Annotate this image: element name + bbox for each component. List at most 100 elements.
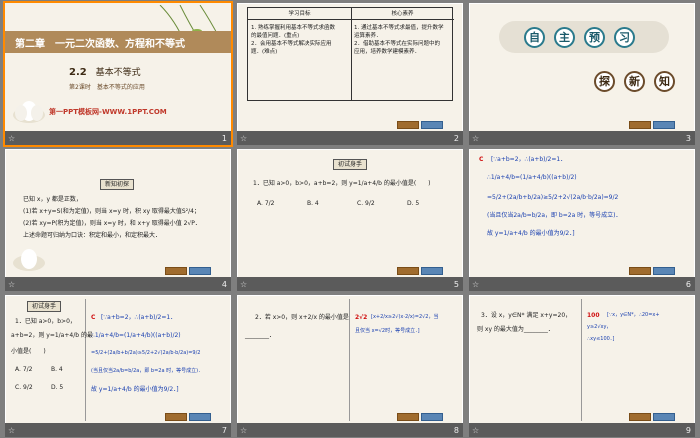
question-line: 则 xy 的最大值为________． — [477, 326, 554, 333]
solution-line: [∵x，y∈N*，∴20=x+ — [607, 312, 660, 318]
answer-letter: C — [479, 156, 484, 163]
chapter-banner: 第二章 一元二次函数、方程和不等式 — [5, 31, 231, 53]
section-tag: 初试身手 — [333, 159, 368, 170]
competencies-cell: 1. 通过基本不等式求最值，提升数学 运算素养． 2．借助基本不等式在实际问题中… — [351, 24, 454, 56]
solution-line: 且仅当 x=√2时，等号成立．] — [355, 328, 420, 334]
nav-button — [629, 267, 651, 275]
nav-button — [165, 413, 187, 421]
lesson-subtitle: 第2课时 基本不等式的应用 — [69, 84, 145, 91]
section-title: 基本不等式 — [95, 68, 141, 78]
heading-char: 新 — [624, 71, 645, 92]
solution-line: (当且仅当2a/b=b/2a，即 b=2a 时，等号成立)． — [91, 368, 204, 374]
transition-star-icon: ☆ — [240, 134, 248, 143]
objectives-cell: 1. 熟练掌握利用基本不等式求函数 的最值问题．(重点) 2．会用基本不等式解决… — [248, 24, 351, 56]
slide-thumbnail-2[interactable]: 学习目标 核心素养 1. 熟练掌握利用基本不等式求函数 的最值问题．(重点) 2… — [237, 3, 463, 145]
answer-value: 2√2 — [355, 314, 368, 321]
thumbnail-footer: ☆ 5 — [237, 277, 463, 291]
chapter-title: 第二章 一元二次函数、方程和不等式 — [15, 39, 185, 50]
question-line: 小值是( ) — [11, 348, 46, 355]
slide-number: 6 — [685, 280, 691, 289]
heading-char: 知 — [654, 71, 675, 92]
body-line: (2)若 xy=P(积为定值)，则当 x=y 时，和 x+y 取得最小值 2√P… — [23, 220, 201, 227]
brand-text: 第一PPT模板网-WWW.1PPT.COM — [49, 108, 167, 116]
slide-nav-buttons — [629, 121, 675, 129]
solution-line: y≥2√xy， — [587, 324, 612, 330]
solution-line: (当且仅当2a/b=b/2a，即 b=2a 时，等号成立)． — [487, 212, 622, 219]
slide-sorter-grid: 第二章 一元二次函数、方程和不等式 2.2 基本不等式 第2课时 基本不等式的应… — [0, 0, 700, 438]
solution-line: ∴1/a+4/b=(1/a+4/b)((a+b)/2) — [91, 332, 181, 339]
competency-line: 2．借助基本不等式在实际问题中的 — [354, 41, 441, 47]
solution-line: 故 y=1/a+4/b 的最小值为9/2．] — [91, 386, 179, 393]
nav-button — [653, 267, 675, 275]
competency-line: 1. 通过基本不等式求最值，提升数学 — [354, 25, 444, 31]
nav-button — [421, 267, 443, 275]
thumbnail-footer: ☆ 1 — [5, 131, 231, 145]
competency-line: 运算素养． — [354, 33, 382, 39]
section-number: 2.2 — [69, 67, 87, 78]
nav-button — [189, 267, 211, 275]
nav-button — [421, 413, 443, 421]
option-b: B. 4 — [51, 366, 63, 373]
slide-thumbnail-3[interactable]: 自 主 预 习 探 新 知 ☆ 3 — [469, 3, 695, 145]
question-line: 1．已知 a>0，b>0， — [15, 318, 76, 325]
section-heading: 2.2 基本不等式 — [69, 65, 141, 78]
body-line: 已知 x，y 都是正数， — [23, 196, 82, 203]
slide-nav-buttons — [629, 413, 675, 421]
nav-button — [629, 121, 651, 129]
thumbnail-footer: ☆ 8 — [237, 423, 463, 437]
option-b: B. 4 — [307, 200, 319, 207]
slide-thumbnail-9[interactable]: 3．设 x，y∈N* 满足 x+y=20， 则 xy 的最大值为________… — [469, 295, 695, 437]
objective-line: 题．(难点) — [251, 49, 278, 55]
column-divider — [581, 299, 582, 421]
thumbnail-footer: ☆ 6 — [469, 277, 695, 291]
thumbnail-footer: ☆ 7 — [5, 423, 231, 437]
column-divider — [85, 299, 86, 421]
slide-number: 4 — [221, 280, 227, 289]
slide-thumbnail-7[interactable]: 初试身手 1．已知 a>0，b>0， a+b=2，则 y=1/a+4/b 的最 … — [5, 295, 231, 437]
table-header-competencies: 核心素养 — [351, 8, 454, 20]
nav-button — [629, 413, 651, 421]
option-c: C. 9/2 — [357, 200, 375, 207]
heading-char: 探 — [594, 71, 615, 92]
nav-button — [421, 121, 443, 129]
transition-star-icon: ☆ — [240, 426, 248, 435]
question-line: a+b=2，则 y=1/a+4/b 的最 — [11, 332, 93, 339]
solution-line: [∵a+b=2，∴(a+b)/2=1． — [491, 156, 567, 163]
question-line: ________． — [245, 332, 276, 339]
nav-button — [653, 121, 675, 129]
slide-number: 3 — [685, 134, 691, 143]
slide-number: 9 — [685, 426, 691, 435]
body-line: (1)若 x+y=S(和为定值)，则当 x=y 时，积 xy 取得最大值S²/4… — [23, 208, 200, 215]
section-tag: 初试身手 — [27, 301, 62, 312]
solution-line: 故 y=1/a+4/b 的最小值为9/2．] — [487, 230, 575, 237]
slide-thumbnail-4[interactable]: 新知初探 已知 x，y 都是正数， (1)若 x+y=S(和为定值)，则当 x=… — [5, 149, 231, 291]
option-a: A. 7/2 — [15, 366, 33, 373]
transition-star-icon: ☆ — [472, 134, 480, 143]
slide-thumbnail-1[interactable]: 第二章 一元二次函数、方程和不等式 2.2 基本不等式 第2课时 基本不等式的应… — [5, 3, 231, 145]
thumbnail-footer: ☆ 2 — [237, 131, 463, 145]
lotus-flower-decoration — [13, 101, 45, 123]
solution-line: [∵a+b=2，∴(a+b)/2=1． — [101, 314, 177, 321]
objectives-table: 学习目标 核心素养 1. 熟练掌握利用基本不等式求函数 的最值问题．(重点) 2… — [247, 7, 454, 101]
slide-number: 1 — [221, 134, 227, 143]
option-a: A. 7/2 — [257, 200, 275, 207]
heading-char: 习 — [614, 27, 635, 48]
solution-line: =5/2+(2a/b+b/2a)≥5/2+2√(2a/b·b/2a)=9/2 — [487, 194, 619, 201]
slide-number: 8 — [453, 426, 459, 435]
nav-button — [165, 267, 187, 275]
nav-button — [397, 267, 419, 275]
solution-line: ∴xy≤100．] — [587, 336, 615, 342]
objective-line: 1. 熟练掌握利用基本不等式求函数 — [251, 25, 335, 31]
solution-line: ∴1/a+4/b=(1/a+4/b)((a+b)/2) — [487, 174, 577, 181]
slide-nav-buttons — [165, 413, 211, 421]
nav-button — [189, 413, 211, 421]
solution-line: [x+2/x≥2√(x·2/x)=2√2，当 — [371, 314, 439, 320]
slide-thumbnail-6[interactable]: C [∵a+b=2，∴(a+b)/2=1． ∴1/a+4/b=(1/a+4/b)… — [469, 149, 695, 291]
option-d: D. 5 — [51, 384, 64, 391]
option-c: C. 9/2 — [15, 384, 33, 391]
slide-thumbnail-8[interactable]: 2．若 x>0，则 x+2/x 的最小值是 ________． 2√2 [x+2… — [237, 295, 463, 437]
nav-button — [397, 413, 419, 421]
slide-nav-buttons — [397, 413, 443, 421]
heading-char: 预 — [584, 27, 605, 48]
slide-thumbnail-5[interactable]: 初试身手 1．已知 a>0，b>0，a+b=2，则 y=1/a+4/b 的最小值… — [237, 149, 463, 291]
